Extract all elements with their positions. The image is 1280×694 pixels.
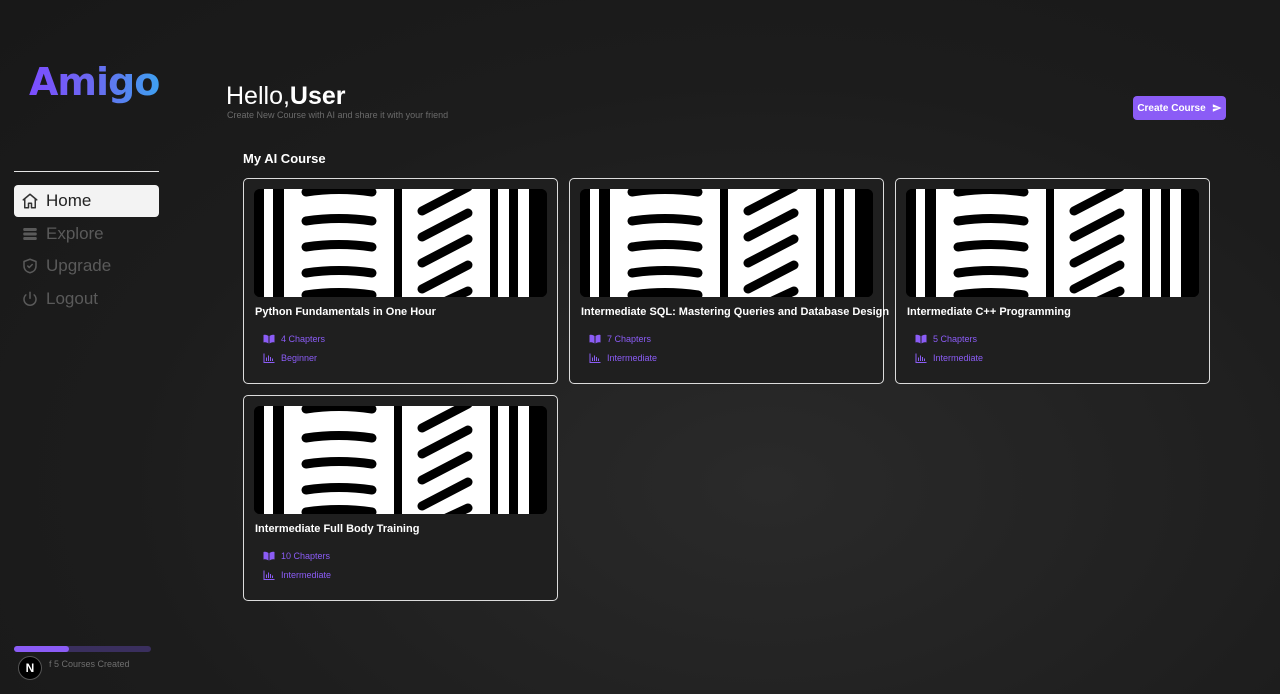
sidebar-item-upgrade[interactable]: Upgrade — [14, 250, 159, 282]
course-thumbnail[interactable] — [906, 189, 1199, 297]
sidebar-item-label: Logout — [46, 288, 98, 308]
course-thumbnail[interactable] — [254, 406, 547, 514]
book-open-icon — [589, 334, 601, 344]
user-name: User — [289, 82, 346, 110]
book-open-icon — [915, 334, 927, 344]
sidebar-nav: Home Explore Upgrade Logout — [14, 185, 159, 315]
course-chapters: 4 Chapters — [263, 334, 325, 344]
power-icon — [20, 289, 40, 309]
course-title: Intermediate SQL: Mastering Queries and … — [581, 306, 890, 318]
course-thumbnail[interactable] — [580, 189, 873, 297]
book-open-icon — [263, 334, 275, 344]
course-title: Intermediate Full Body Training — [255, 523, 420, 535]
course-level: Intermediate — [589, 353, 657, 363]
create-course-label: Create Course — [1137, 102, 1206, 114]
page-greeting: Hello,User — [226, 82, 346, 111]
course-level-text: Intermediate — [607, 353, 658, 363]
course-chapters: 10 Chapters — [263, 551, 330, 561]
course-level-text: Intermediate — [281, 570, 332, 580]
sidebar-item-label: Upgrade — [46, 256, 112, 275]
course-chapters-text: 10 Chapters — [281, 551, 331, 561]
section-title: My AI Course — [243, 151, 326, 166]
course-level-text: Intermediate — [933, 353, 984, 363]
course-chapters: 5 Chapters — [915, 334, 977, 344]
course-card[interactable]: Python Fundamentals in One Hour 4 Chapte… — [243, 178, 558, 384]
course-level-text: Beginner — [281, 353, 318, 363]
stack-icon — [20, 224, 40, 244]
sidebar-item-logout[interactable]: Logout — [14, 283, 159, 315]
shield-check-icon — [20, 256, 40, 276]
sidebar-item-home[interactable]: Home — [14, 185, 159, 217]
course-level: Intermediate — [263, 570, 331, 580]
course-card[interactable]: Intermediate Full Body Training 10 Chapt… — [243, 395, 558, 601]
bar-chart-icon — [589, 353, 601, 363]
course-chapters-text: 4 Chapters — [281, 334, 326, 344]
app-logo[interactable]: Amigo — [29, 60, 160, 104]
page-subtitle: Create New Course with AI and share it w… — [227, 110, 449, 120]
course-title: Python Fundamentals in One Hour — [255, 306, 436, 318]
bar-chart-icon — [263, 353, 275, 363]
course-title: Intermediate C++ Programming — [907, 306, 1071, 318]
bar-chart-icon — [915, 353, 927, 363]
course-level: Intermediate — [915, 353, 983, 363]
course-level: Beginner — [263, 353, 317, 363]
book-open-icon — [263, 551, 275, 561]
courses-progress-bar — [14, 646, 151, 652]
course-chapters-text: 5 Chapters — [933, 334, 978, 344]
sidebar-item-explore[interactable]: Explore — [14, 218, 159, 250]
bar-chart-icon — [263, 570, 275, 580]
create-course-button[interactable]: Create Course — [1133, 96, 1226, 120]
course-chapters: 7 Chapters — [589, 334, 651, 344]
course-card[interactable]: Intermediate SQL: Mastering Queries and … — [569, 178, 889, 384]
sidebar-divider — [14, 171, 159, 172]
course-card[interactable]: Intermediate C++ Programming 5 Chapters … — [895, 178, 1210, 384]
send-icon — [1212, 104, 1222, 112]
sidebar-item-label: Home — [46, 191, 92, 210]
nextjs-badge[interactable]: N — [18, 656, 42, 680]
course-chapters-text: 7 Chapters — [607, 334, 652, 344]
greeting-text: Hello, — [226, 82, 290, 110]
courses-progress-fill — [14, 646, 69, 652]
home-icon — [20, 191, 40, 211]
sidebar-item-label: Explore — [46, 223, 104, 243]
course-thumbnail[interactable] — [254, 189, 547, 297]
